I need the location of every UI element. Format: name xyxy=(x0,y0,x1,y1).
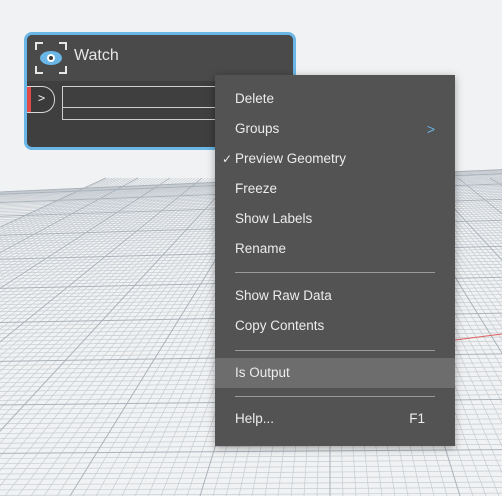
menu-item-label: Show Labels xyxy=(235,211,313,226)
menu-item-rename[interactable]: Rename xyxy=(215,234,455,264)
menu-item-label: Groups xyxy=(235,121,280,136)
chevron-right-icon: > xyxy=(426,121,435,137)
menu-item-help[interactable]: Help... F1 xyxy=(215,404,455,434)
menu-item-label: Show Raw Data xyxy=(235,288,332,303)
menu-item-label: Delete xyxy=(235,91,275,106)
port-status-marker xyxy=(27,87,31,112)
menu-item-copy-contents[interactable]: Copy Contents xyxy=(215,311,455,341)
checkmark-icon: ✓ xyxy=(222,152,233,166)
menu-divider xyxy=(235,350,435,351)
menu-item-show-raw-data[interactable]: Show Raw Data xyxy=(215,281,455,311)
menu-item-label: Preview Geometry xyxy=(235,151,347,166)
menu-divider xyxy=(235,396,435,397)
context-menu: Delete Groups > ✓ Preview Geometry Freez… xyxy=(215,75,455,446)
menu-item-show-labels[interactable]: Show Labels xyxy=(215,204,455,234)
menu-item-label: Rename xyxy=(235,241,287,256)
menu-item-label: Freeze xyxy=(235,181,278,196)
port-label: > xyxy=(38,91,46,105)
menu-item-groups[interactable]: Groups > xyxy=(215,114,455,144)
eye-icon xyxy=(35,42,67,74)
menu-item-delete[interactable]: Delete xyxy=(215,84,455,114)
menu-item-is-output[interactable]: Is Output xyxy=(215,358,455,388)
input-port[interactable]: > xyxy=(27,86,55,113)
menu-item-preview-geometry[interactable]: ✓ Preview Geometry xyxy=(215,144,455,174)
menu-item-label: Copy Contents xyxy=(235,318,325,333)
menu-item-label: Help... xyxy=(235,411,275,426)
node-title: Watch xyxy=(74,47,119,64)
menu-item-label: Is Output xyxy=(235,365,290,380)
menu-item-freeze[interactable]: Freeze xyxy=(215,174,455,204)
shortcut-label: F1 xyxy=(409,411,425,426)
menu-divider xyxy=(235,272,435,273)
